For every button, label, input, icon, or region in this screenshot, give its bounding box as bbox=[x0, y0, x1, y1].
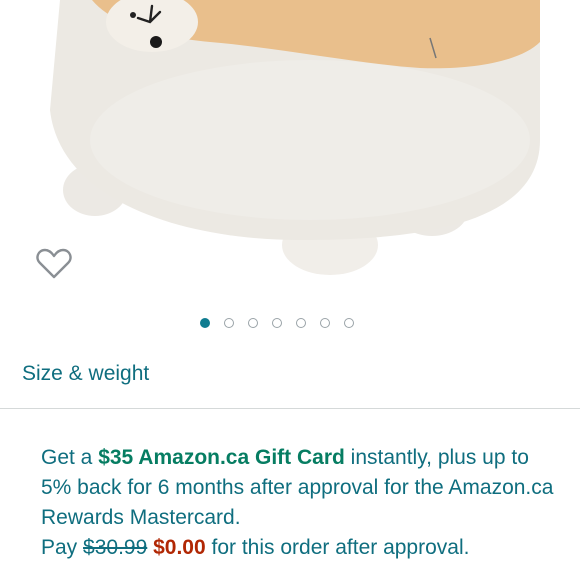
product-image[interactable] bbox=[0, 0, 580, 300]
carousel-dot-7[interactable] bbox=[344, 318, 354, 328]
original-price: $30.99 bbox=[83, 536, 148, 559]
image-carousel-indicators bbox=[200, 315, 354, 331]
pay-suffix: for this order after approval. bbox=[205, 536, 470, 559]
carousel-dot-1[interactable] bbox=[200, 318, 210, 328]
wishlist-heart-button[interactable] bbox=[34, 244, 74, 284]
pay-label: Pay bbox=[41, 536, 84, 559]
section-divider bbox=[0, 408, 580, 409]
credit-card-promo[interactable]: Get a $35 Amazon.ca Gift Card instantly,… bbox=[41, 443, 561, 563]
carousel-dot-6[interactable] bbox=[320, 318, 330, 328]
promo-intro: Get a bbox=[41, 446, 99, 469]
carousel-dot-4[interactable] bbox=[272, 318, 282, 328]
size-weight-link[interactable]: Size & weight bbox=[22, 362, 149, 386]
plush-toy-illustration bbox=[50, 0, 540, 275]
gift-card-offer: $35 Amazon.ca Gift Card bbox=[98, 446, 345, 469]
carousel-dot-5[interactable] bbox=[296, 318, 306, 328]
promo-price: $0.00 bbox=[153, 536, 206, 559]
heart-outline-icon bbox=[36, 248, 72, 279]
carousel-dot-3[interactable] bbox=[248, 318, 258, 328]
carousel-dot-2[interactable] bbox=[224, 318, 234, 328]
